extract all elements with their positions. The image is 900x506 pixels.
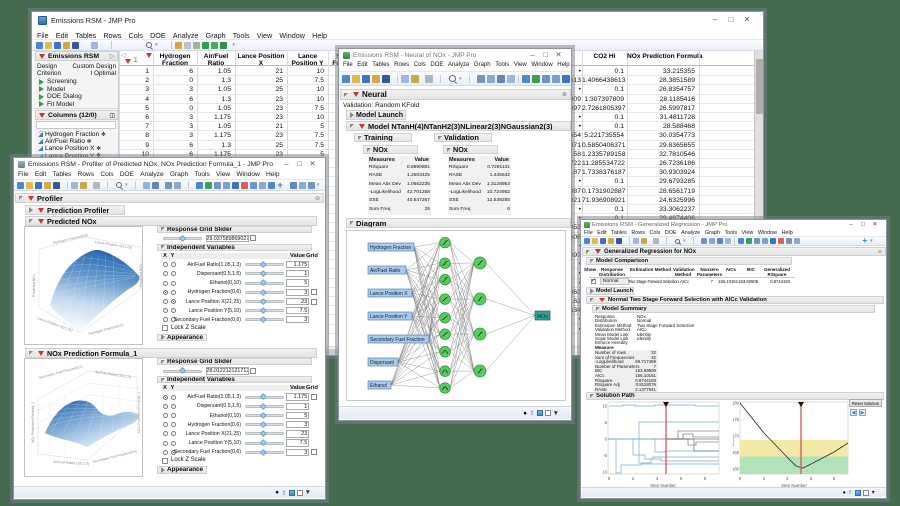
- svg-text:Lance Position X: Lance Position X: [370, 291, 408, 297]
- svg-text:Hydrogen Fraction(0,6): Hydrogen Fraction(0,6): [52, 232, 88, 244]
- svg-text:0: 0: [608, 476, 611, 481]
- svg-text:Secondary Fuel Fraction(0,6): Secondary Fuel Fraction(0,6): [92, 449, 137, 464]
- svg-text:Air/Fuel Ratio(1.05,1.3): Air/Fuel Ratio(1.05,1.3): [53, 460, 89, 466]
- svg-text:6: 6: [810, 476, 813, 481]
- svg-text:-10: -10: [603, 470, 608, 475]
- svg-text:Hydrogen Fraction(0,6): Hydrogen Fraction(0,6): [88, 322, 124, 335]
- svg-text:2: 2: [632, 476, 635, 481]
- svg-text:8: 8: [704, 476, 707, 481]
- svg-text:175: 175: [733, 417, 740, 422]
- svg-text:Ethanol: Ethanol: [370, 383, 387, 389]
- svg-text:Predicted NOx: Predicted NOx: [139, 263, 143, 286]
- svg-text:4: 4: [656, 476, 659, 481]
- svg-text:5: 5: [605, 420, 608, 425]
- svg-text:Hydrogen Fraction: Hydrogen Fraction: [370, 245, 411, 251]
- svg-text:Lance Position Y: Lance Position Y: [370, 314, 408, 320]
- svg-text:160: 160: [733, 467, 740, 472]
- svg-text:4: 4: [786, 476, 789, 481]
- svg-text:AICc: AICc: [733, 438, 735, 446]
- svg-text:180: 180: [733, 401, 740, 406]
- svg-text:Dispersant: Dispersant: [370, 360, 395, 366]
- svg-text:8: 8: [833, 476, 836, 481]
- svg-text:Secondary Fuel Fraction(0,6): Secondary Fuel Fraction(0,6): [38, 364, 83, 380]
- svg-text:Secondary Fuel Fraction: Secondary Fuel Fraction: [370, 337, 425, 343]
- svg-text:6: 6: [680, 476, 683, 481]
- svg-text:NOx: NOx: [537, 314, 548, 320]
- svg-text:0: 0: [605, 437, 608, 442]
- svg-text:Predicted NOx: Predicted NOx: [32, 273, 36, 296]
- svg-text:2: 2: [763, 476, 766, 481]
- svg-text:10: 10: [603, 404, 608, 409]
- svg-text:Air/Fuel Ratio: Air/Fuel Ratio: [370, 268, 401, 274]
- svg-text:0: 0: [739, 476, 742, 481]
- svg-text:-5: -5: [603, 453, 607, 458]
- svg-text:165: 165: [733, 450, 740, 455]
- svg-text:Lance Position X(21,25): Lance Position X(21,25): [95, 240, 133, 250]
- svg-text:NOx Prediction Formula_1: NOx Prediction Formula_1: [31, 402, 35, 443]
- svg-text:Air/Fuel Ratio(1.05,1.3): Air/Fuel Ratio(1.05,1.3): [95, 370, 131, 379]
- svg-text:170: 170: [733, 434, 740, 439]
- svg-text:NOx Prediction Formula_1: NOx Prediction Formula_1: [137, 392, 141, 433]
